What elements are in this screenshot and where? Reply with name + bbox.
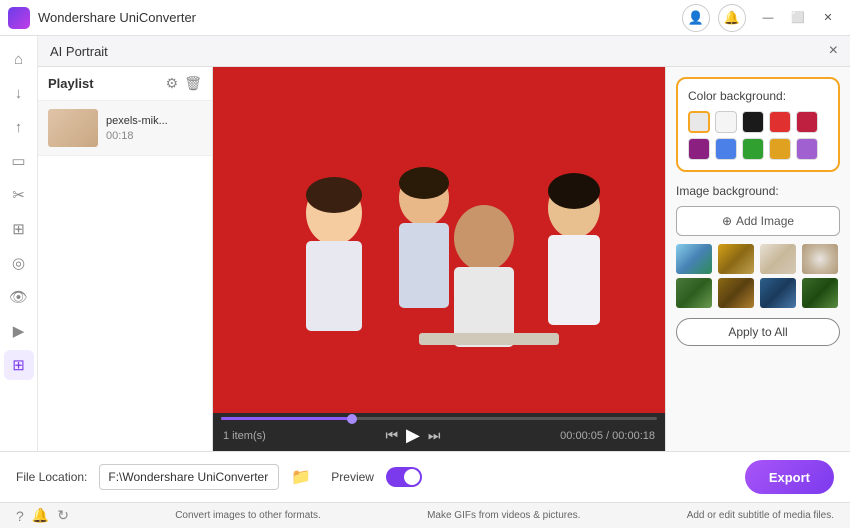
image-thumb-2[interactable] bbox=[718, 244, 754, 274]
next-button[interactable]: ⏭ bbox=[428, 427, 441, 444]
panel-header: AI Portrait × bbox=[38, 36, 850, 67]
feature-bar: ? 🔔 ↻ Convert images to other formats. M… bbox=[0, 502, 850, 528]
color-swatch-green[interactable] bbox=[742, 138, 764, 160]
image-background-section: Image background: ⊕ Add Image bbox=[676, 184, 840, 346]
sidebar-icon-eye[interactable]: 👁 bbox=[4, 282, 34, 312]
close-button[interactable]: ✕ bbox=[814, 9, 842, 27]
people-illustration bbox=[229, 133, 649, 413]
playlist-settings-icon[interactable]: ⚙ bbox=[166, 75, 179, 92]
sidebar-icon-screen[interactable]: ▭ bbox=[4, 146, 34, 176]
image-thumb-1[interactable] bbox=[676, 244, 712, 274]
play-button[interactable]: ▶ bbox=[406, 425, 420, 446]
prev-button[interactable]: ⏮ bbox=[385, 427, 398, 444]
image-thumb-5[interactable] bbox=[676, 278, 712, 308]
image-thumb-4[interactable] bbox=[802, 244, 838, 274]
video-play-controls: ⏮ ▶ ⏭ bbox=[385, 425, 440, 446]
video-progress-track[interactable] bbox=[221, 417, 657, 420]
feature-item-3: Add or edit subtitle of media files. bbox=[687, 510, 834, 521]
preview-toggle[interactable] bbox=[386, 467, 422, 487]
color-swatch-black[interactable] bbox=[742, 111, 764, 133]
help-icon[interactable]: ? bbox=[16, 508, 24, 524]
playlist-header-icons: ⚙ 🗑 bbox=[166, 75, 202, 92]
add-image-button[interactable]: ⊕ Add Image bbox=[676, 206, 840, 236]
right-panel: Color background: bbox=[665, 67, 850, 451]
panel-title: AI Portrait bbox=[50, 44, 108, 59]
titlebar-icons: 👤 🔔 bbox=[682, 4, 746, 32]
sidebar-icon-apps[interactable]: ⊞ bbox=[4, 350, 34, 380]
video-progress-container bbox=[213, 413, 665, 420]
bottom-bar: File Location: 📁 Preview Export bbox=[0, 451, 850, 502]
export-button[interactable]: Export bbox=[745, 460, 834, 494]
app-logo bbox=[8, 7, 30, 29]
video-progress-thumb bbox=[347, 414, 357, 424]
video-time-display: 00:00:05 / 00:00:18 bbox=[560, 430, 655, 442]
playlist-delete-icon[interactable]: 🗑 bbox=[184, 75, 202, 92]
sidebar-icon-grid[interactable]: ⊞ bbox=[4, 214, 34, 244]
feature-item-2: Make GIFs from videos & pictures. bbox=[427, 510, 580, 521]
image-thumb-6[interactable] bbox=[718, 278, 754, 308]
minimize-button[interactable]: — bbox=[754, 9, 782, 27]
playlist-item-duration: 00:18 bbox=[106, 130, 202, 142]
image-bg-label: Image background: bbox=[676, 184, 840, 198]
sidebar-icon-home[interactable]: ⌂ bbox=[4, 44, 34, 74]
color-swatch-orange[interactable] bbox=[769, 138, 791, 160]
color-swatch-red[interactable] bbox=[769, 111, 791, 133]
main-layout: ⌂ ↓ ↑ ▭ ✂ ⊞ ◎ 👁 ▶ ⊞ AI Portrait × Playli… bbox=[0, 36, 850, 451]
notification-icon[interactable]: 🔔 bbox=[718, 4, 746, 32]
folder-icon[interactable]: 📁 bbox=[291, 467, 311, 487]
left-sidebar: ⌂ ↓ ↑ ▭ ✂ ⊞ ◎ 👁 ▶ ⊞ bbox=[0, 36, 38, 451]
playlist-title: Playlist bbox=[48, 76, 94, 91]
app-title: Wondershare UniConverter bbox=[38, 10, 682, 25]
color-swatches bbox=[688, 111, 828, 160]
color-background-section: Color background: bbox=[676, 77, 840, 172]
color-swatch-blue[interactable] bbox=[715, 138, 737, 160]
image-thumb-7[interactable] bbox=[760, 278, 796, 308]
sidebar-icon-target[interactable]: ◎ bbox=[4, 248, 34, 278]
video-item-count: 1 item(s) bbox=[223, 430, 266, 442]
maximize-button[interactable]: ⬜ bbox=[784, 9, 812, 27]
preview-label: Preview bbox=[331, 470, 374, 484]
image-thumb-8[interactable] bbox=[802, 278, 838, 308]
refresh-icon[interactable]: ↻ bbox=[57, 507, 69, 524]
bottom-status-icons: ? 🔔 ↻ bbox=[16, 507, 69, 524]
playlist-section: Playlist ⚙ 🗑 pexels-mik... 00:18 bbox=[38, 67, 213, 451]
color-bg-label: Color background: bbox=[688, 89, 828, 103]
color-swatch-violet[interactable] bbox=[796, 138, 818, 160]
content-area: AI Portrait × Playlist ⚙ 🗑 bbox=[38, 36, 850, 451]
playlist-thumbnail bbox=[48, 109, 98, 147]
titlebar: Wondershare UniConverter 👤 🔔 — ⬜ ✕ bbox=[0, 0, 850, 36]
apply-to-all-button[interactable]: Apply to All bbox=[676, 318, 840, 346]
playlist-header: Playlist ⚙ 🗑 bbox=[38, 67, 212, 101]
sidebar-icon-download[interactable]: ↓ bbox=[4, 78, 34, 108]
sidebar-icon-video[interactable]: ▶ bbox=[4, 316, 34, 346]
ai-portrait-panel: AI Portrait × Playlist ⚙ 🗑 bbox=[38, 36, 850, 451]
image-thumb-3[interactable] bbox=[760, 244, 796, 274]
sidebar-icon-scissors[interactable]: ✂ bbox=[4, 180, 34, 210]
file-path-input[interactable] bbox=[99, 464, 279, 490]
middle-section: Playlist ⚙ 🗑 pexels-mik... 00:18 bbox=[38, 67, 850, 451]
bell-icon[interactable]: 🔔 bbox=[32, 507, 49, 524]
window-controls: — ⬜ ✕ bbox=[754, 9, 842, 27]
file-location-label: File Location: bbox=[16, 470, 87, 484]
playlist-item-info: pexels-mik... 00:18 bbox=[106, 115, 202, 142]
video-canvas bbox=[213, 67, 665, 413]
toggle-knob bbox=[404, 469, 420, 485]
color-swatch-light-gray[interactable] bbox=[688, 111, 710, 133]
video-progress-fill bbox=[221, 417, 352, 420]
plus-icon: ⊕ bbox=[722, 214, 732, 228]
playlist-item-name: pexels-mik... bbox=[106, 115, 202, 127]
panel-close-button[interactable]: × bbox=[829, 42, 838, 60]
color-swatch-white[interactable] bbox=[715, 111, 737, 133]
image-thumbnails bbox=[676, 244, 840, 308]
account-icon[interactable]: 👤 bbox=[682, 4, 710, 32]
color-swatch-dark-red[interactable] bbox=[796, 111, 818, 133]
playlist-item[interactable]: pexels-mik... 00:18 bbox=[38, 101, 212, 156]
feature-item-1: Convert images to other formats. bbox=[175, 510, 321, 521]
video-controls: 1 item(s) ⏮ ▶ ⏭ 00:00:05 / 00:00:18 bbox=[213, 420, 665, 451]
color-swatch-purple[interactable] bbox=[688, 138, 710, 160]
video-section: 1 item(s) ⏮ ▶ ⏭ 00:00:05 / 00:00:18 bbox=[213, 67, 665, 451]
sidebar-icon-upload[interactable]: ↑ bbox=[4, 112, 34, 142]
